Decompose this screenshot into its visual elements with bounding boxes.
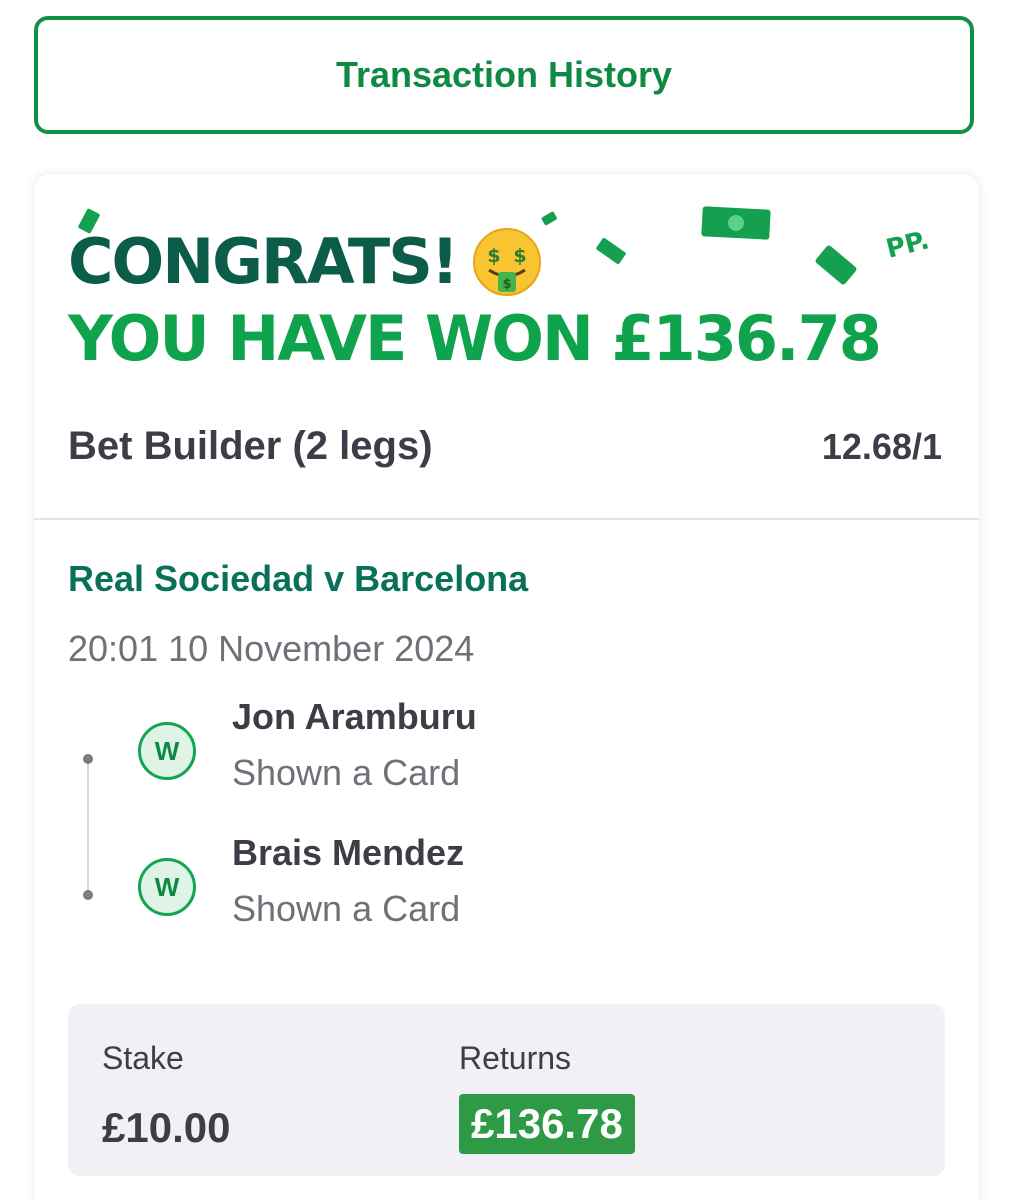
stake-returns-panel: Stake £10.00 Returns £136.78	[68, 1004, 945, 1176]
page: Transaction History PP. CONGRATS! $ $ $ …	[0, 0, 1013, 1200]
bet-summary-row: Bet Builder (2 legs) 12.68/1	[68, 424, 942, 469]
transaction-history-button[interactable]: Transaction History	[34, 16, 974, 134]
divider	[34, 518, 979, 520]
returns-value: £136.78	[459, 1094, 635, 1154]
banknote-icon	[541, 211, 557, 226]
banknote-icon	[596, 238, 626, 264]
banknote-icon	[815, 245, 857, 285]
congrats-line: CONGRATS! $ $ $	[68, 226, 543, 298]
svg-text:$: $	[514, 245, 527, 267]
legs-timeline	[87, 758, 89, 894]
leg-market: Shown a Card	[232, 752, 461, 793]
bet-odds: 12.68/1	[821, 425, 942, 467]
svg-text:$: $	[488, 245, 501, 267]
event-title: Real Sociedad v Barcelona	[68, 558, 529, 599]
stake-value: £10.00	[102, 1104, 231, 1151]
win-badge: W	[138, 858, 196, 916]
stake-label: Stake	[102, 1040, 184, 1076]
bet-receipt-card: PP. CONGRATS! $ $ $ YOU HAVE WON £136.78…	[34, 174, 979, 1200]
brand-logo: PP.	[883, 225, 932, 265]
event-datetime: 20:01 10 November 2024	[68, 628, 475, 669]
won-amount-heading: YOU HAVE WON £136.78	[68, 302, 882, 375]
bet-type: Bet Builder (2 legs)	[68, 424, 433, 468]
congrats-heading: CONGRATS!	[68, 225, 459, 298]
timeline-dot	[83, 890, 93, 900]
leg-market: Shown a Card	[232, 888, 461, 929]
leg-selection: Brais Mendez	[232, 832, 465, 873]
transaction-history-label: Transaction History	[335, 54, 673, 95]
win-badge: W	[138, 722, 196, 780]
money-mouth-face-icon: $ $ $	[473, 228, 542, 296]
returns-label: Returns	[459, 1040, 572, 1076]
banknote-icon	[701, 206, 771, 240]
timeline-dot	[83, 754, 93, 764]
svg-text:$: $	[503, 277, 512, 292]
leg-selection: Jon Aramburu	[232, 696, 477, 737]
